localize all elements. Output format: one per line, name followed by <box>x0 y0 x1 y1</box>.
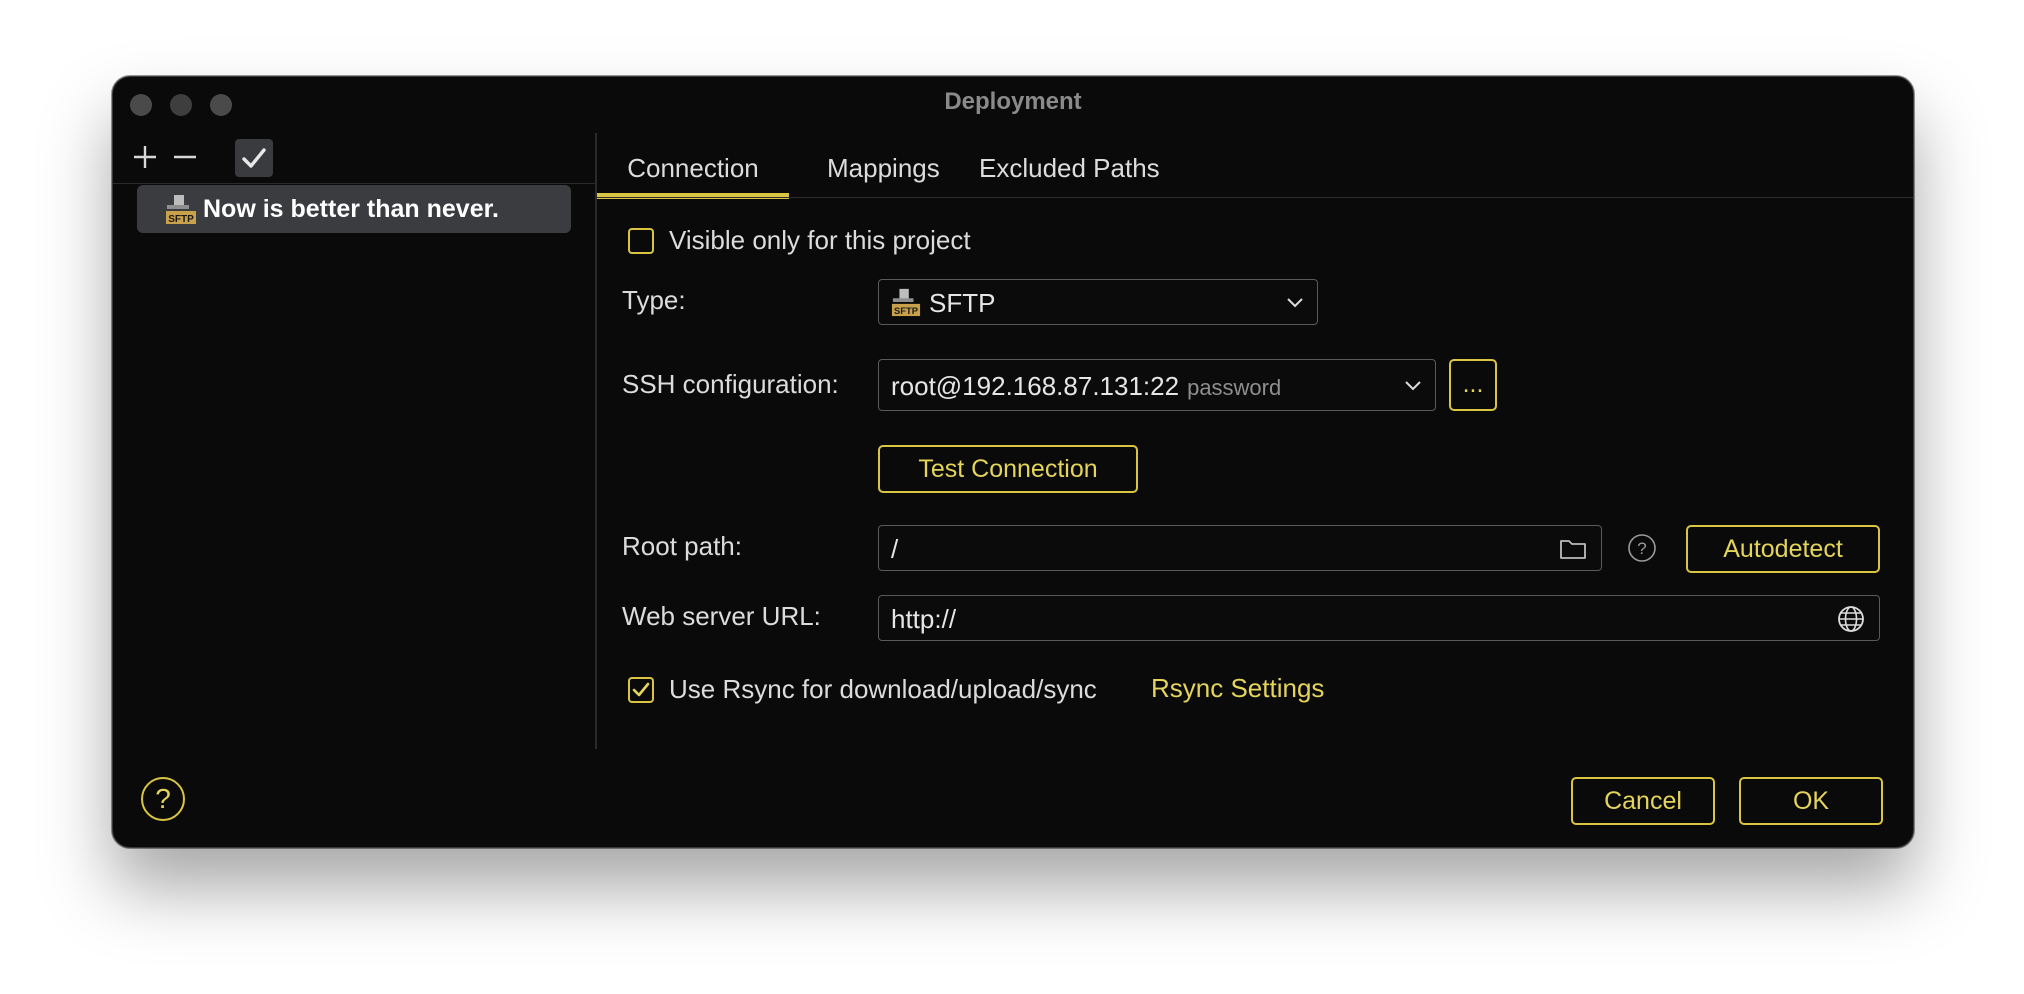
minus-icon <box>174 155 196 159</box>
web-url-value: http:// <box>891 604 957 634</box>
plus-icon <box>134 146 156 168</box>
sftp-icon: SFTP <box>165 193 197 230</box>
folder-icon[interactable] <box>1559 537 1587 561</box>
active-tab-indicator <box>597 193 789 199</box>
globe-icon[interactable] <box>1837 605 1865 633</box>
tab-excluded-paths[interactable]: Excluded Paths <box>979 145 1160 199</box>
add-server-button[interactable] <box>125 137 165 177</box>
chevron-down-icon <box>1405 381 1421 391</box>
ssh-config-more-button[interactable]: ... <box>1449 359 1497 411</box>
visible-only-checkbox[interactable] <box>628 228 654 254</box>
tab-connection[interactable]: Connection <box>597 145 789 199</box>
root-path-label: Root path: <box>622 531 742 561</box>
type-select[interactable]: SFTP SFTP <box>878 279 1318 325</box>
svg-text:SFTP: SFTP <box>168 214 194 225</box>
tab-mappings-label: Mappings <box>827 153 940 183</box>
rsync-checkbox[interactable] <box>628 677 654 703</box>
ssh-config-label: SSH configuration: <box>622 369 839 399</box>
ok-button[interactable]: OK <box>1739 777 1883 825</box>
test-connection-button[interactable]: Test Connection <box>878 445 1138 493</box>
remove-server-button[interactable] <box>165 137 205 177</box>
ssh-host: root@192.168.87.131:22 <box>891 371 1180 401</box>
web-url-input[interactable]: http:// <box>878 595 1880 641</box>
ssh-auth-hint: password <box>1187 375 1282 400</box>
panel-divider <box>595 133 597 749</box>
tab-connection-label: Connection <box>627 153 759 183</box>
ssh-config-value: root@192.168.87.131:22 password <box>891 371 1281 402</box>
window-title: Deployment <box>944 88 1082 115</box>
chevron-down-icon <box>1287 298 1303 308</box>
autodetect-button[interactable]: Autodetect <box>1686 525 1880 573</box>
root-path-value: / <box>891 534 899 564</box>
web-url-label: Web server URL: <box>622 601 821 631</box>
root-path-input[interactable]: / <box>878 525 1602 571</box>
sftp-icon: SFTP <box>891 287 921 324</box>
tab-excluded-paths-label: Excluded Paths <box>979 153 1160 183</box>
server-name: Now is better than never. <box>203 195 499 223</box>
svg-text:?: ? <box>1637 539 1646 558</box>
type-value: SFTP <box>929 288 996 318</box>
toolbar-divider <box>113 183 595 184</box>
checkmark-icon <box>242 148 266 168</box>
question-circle-icon[interactable]: ? <box>1627 533 1657 563</box>
tab-divider <box>597 197 1913 198</box>
checkmark-icon <box>632 682 650 697</box>
tab-bar: Connection Mappings Excluded Paths <box>597 133 1913 199</box>
rsync-label: Use Rsync for download/upload/sync <box>669 674 1097 704</box>
server-list-item[interactable]: SFTP Now is better than never. <box>137 185 571 233</box>
title-bar: Deployment <box>113 77 1913 129</box>
svg-text:SFTP: SFTP <box>894 306 918 316</box>
cancel-button[interactable]: Cancel <box>1571 777 1715 825</box>
deployment-dialog: Deployment SFTP Now is better than never… <box>112 76 1914 848</box>
set-default-button[interactable] <box>235 139 273 177</box>
type-label: Type: <box>622 285 686 315</box>
ssh-config-select[interactable]: root@192.168.87.131:22 password <box>878 359 1436 411</box>
rsync-settings-link[interactable]: Rsync Settings <box>1151 673 1324 704</box>
help-button[interactable]: ? <box>141 777 185 821</box>
visible-only-label: Visible only for this project <box>669 225 971 255</box>
tab-mappings[interactable]: Mappings <box>827 145 940 199</box>
